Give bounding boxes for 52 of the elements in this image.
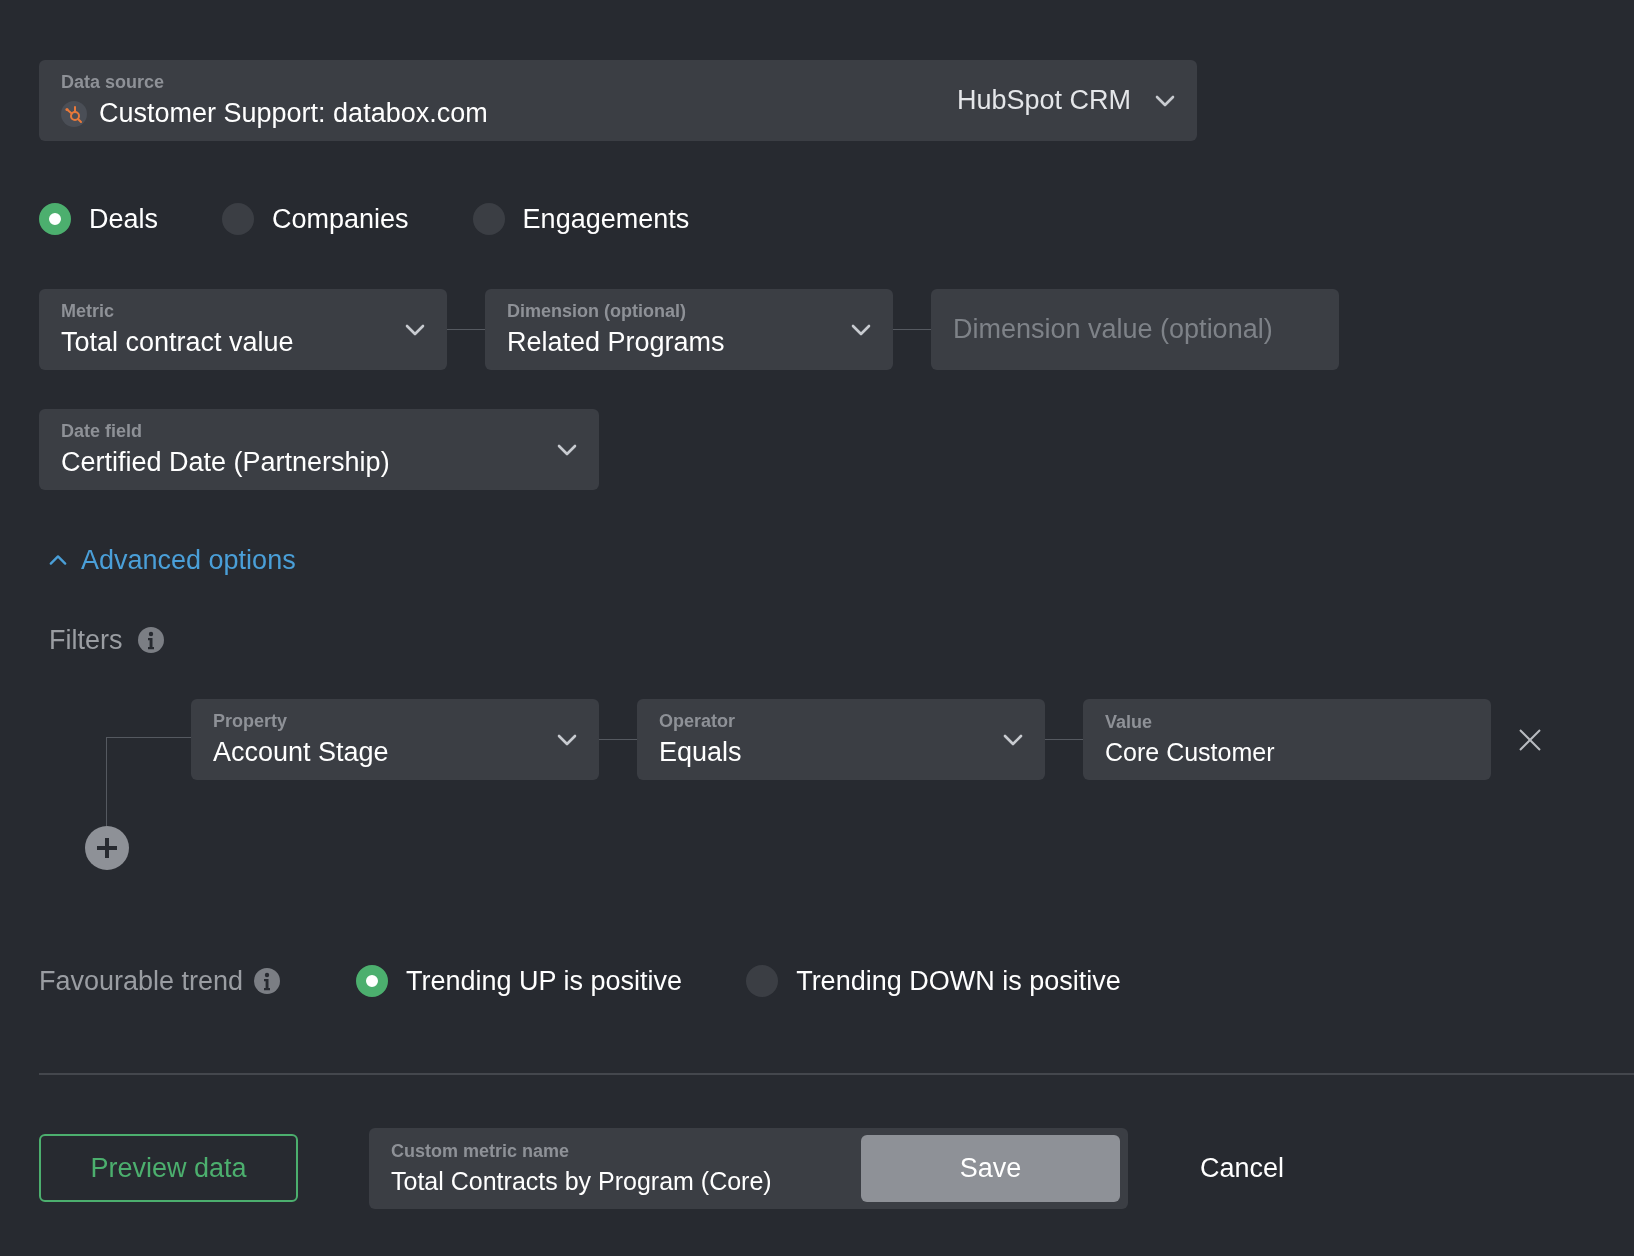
radio-option[interactable]: Deals: [39, 203, 159, 235]
info-icon[interactable]: [253, 967, 282, 995]
chevron-icon: [557, 443, 577, 456]
field-label: Operator: [659, 711, 737, 732]
radio-button[interactable]: [356, 965, 388, 997]
trend-label: Favourable trend: [39, 965, 244, 997]
radio-button[interactable]: [39, 203, 71, 235]
close-icon: [1519, 728, 1541, 751]
field-label: Dimension (optional): [507, 301, 687, 322]
field-value: Equals: [659, 737, 743, 768]
date-field-dropdown[interactable]: Date field Certified Date (Partnership): [39, 409, 599, 490]
input-field[interactable]: Dimension value (optional): [931, 289, 1339, 370]
preview-data-button[interactable]: Preview data: [39, 1134, 298, 1202]
dropdown-field[interactable]: Dimension (optional) Related Programs: [485, 289, 893, 370]
cancel-button[interactable]: Cancel: [1186, 1152, 1299, 1184]
field-value: Core Customer: [1105, 738, 1276, 767]
field-value: Related Programs: [507, 327, 726, 358]
advanced-options-toggle[interactable]: Advanced options: [49, 544, 296, 576]
plus-icon: [95, 836, 119, 860]
radio-option[interactable]: Trending DOWN is positive: [746, 965, 1121, 997]
field-value: Account Stage: [213, 737, 390, 768]
dropdown-field[interactable]: Operator Equals: [637, 699, 1045, 780]
input-field[interactable]: Value Core Customer: [1083, 699, 1491, 780]
info-icon[interactable]: [136, 626, 165, 654]
chevron-icon: [405, 323, 425, 336]
dropdown-field[interactable]: Property Account Stage: [191, 699, 599, 780]
sprocket-icon: [61, 100, 87, 127]
chevron-icon: [851, 323, 871, 336]
field-value: Total contract value: [61, 327, 295, 358]
dropdown-field[interactable]: Metric Total contract value: [39, 289, 447, 370]
field-label: Date field: [61, 421, 144, 442]
chevron-icon: [557, 733, 577, 746]
chevron-icon: [49, 554, 67, 566]
chevron-icon: [1155, 94, 1175, 107]
radio-option[interactable]: Engagements: [472, 203, 690, 235]
data-source-dropdown[interactable]: Data source Customer Support: databox.com HubSpot CRM: [39, 60, 1197, 141]
add-filter-button[interactable]: [85, 826, 129, 870]
radio-option[interactable]: Trending UP is positive: [356, 965, 683, 997]
field-label: Metric: [61, 301, 115, 322]
chevron-icon: [1003, 733, 1023, 746]
field-label: Property: [213, 711, 289, 732]
close-button[interactable]: [1519, 728, 1541, 751]
field-label: Data source: [61, 72, 166, 93]
field-label: Value: [1105, 712, 1154, 733]
field-label: Custom metric name: [391, 1140, 571, 1162]
field-value: Certified Date (Partnership): [61, 447, 391, 478]
radio-option[interactable]: Companies: [222, 203, 409, 235]
filters-label: Filters: [49, 624, 123, 656]
field-value: Customer Support: databox.com: [99, 98, 488, 129]
provider-label: HubSpot CRM: [956, 85, 1131, 116]
metric-name-field[interactable]: Custom metric name Total Contracts by Program (Core) Save: [369, 1127, 1128, 1209]
field-value: Total Contracts by Program (Core): [391, 1166, 773, 1196]
